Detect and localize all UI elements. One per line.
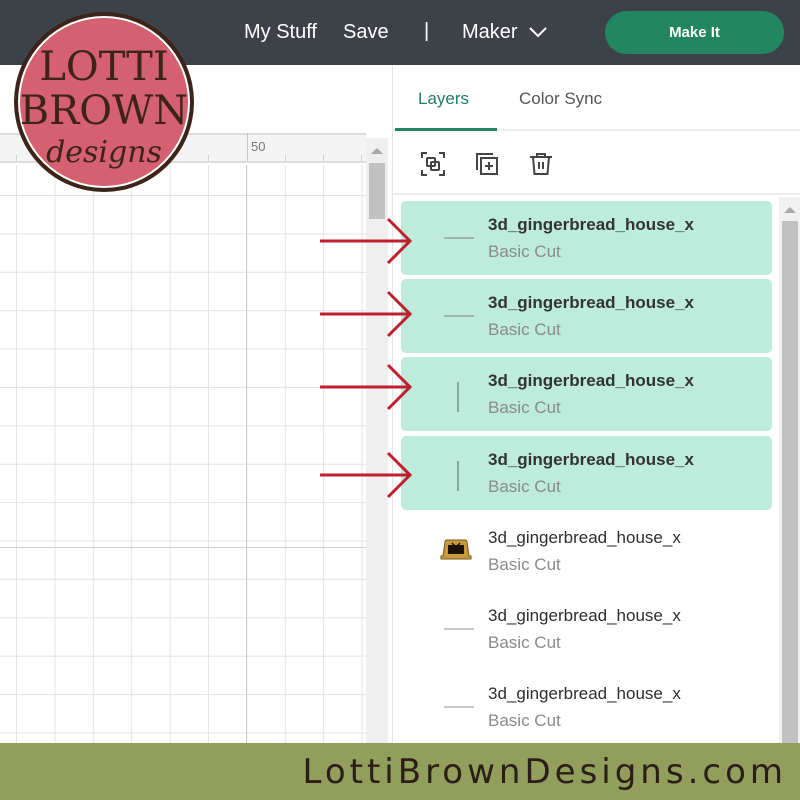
line-thumbnail-icon xyxy=(439,614,479,644)
layer-item[interactable]: 3d_gingerbread_house_x Basic Cut xyxy=(401,670,772,743)
make-it-button[interactable]: Make It xyxy=(605,11,784,54)
layer-operation: Basic Cut xyxy=(488,555,561,574)
layer-operation: Basic Cut xyxy=(488,711,561,730)
layers-scrollbar[interactable] xyxy=(779,197,800,743)
ruler-label: 50 xyxy=(251,139,266,154)
layer-item[interactable]: 3d_gingerbread_house_x Basic Cut xyxy=(401,514,772,588)
machine-selector[interactable]: Maker xyxy=(462,20,548,44)
line-thumbnail-icon xyxy=(439,692,479,722)
layer-name: 3d_gingerbread_house_x xyxy=(488,528,681,547)
delete-icon xyxy=(530,153,552,175)
layer-name: 3d_gingerbread_house_x xyxy=(488,293,694,312)
house-piece-thumbnail-icon xyxy=(439,536,479,566)
layer-item[interactable]: 3d_gingerbread_house_x Basic Cut xyxy=(401,592,772,666)
layer-name: 3d_gingerbread_house_x xyxy=(488,450,694,469)
line-thumbnail-icon xyxy=(439,223,479,253)
logo-line-1: LOTTI xyxy=(39,44,168,90)
scrollbar-thumb[interactable] xyxy=(782,221,798,743)
canvas-grid[interactable] xyxy=(0,165,366,743)
website-text: LottiBrownDesigns.com xyxy=(302,752,787,792)
layer-item[interactable]: 3d_gingerbread_house_x Basic Cut xyxy=(401,436,772,510)
duplicate-icon xyxy=(476,153,498,175)
annotation-arrow-icon xyxy=(320,451,413,499)
save-link[interactable]: Save xyxy=(343,20,389,44)
layer-operation: Basic Cut xyxy=(488,477,561,496)
panel-tabs: Layers Color Sync xyxy=(393,65,800,131)
nav-separator: | xyxy=(424,20,430,42)
layer-operation: Basic Cut xyxy=(488,398,561,417)
tab-layers[interactable]: Layers xyxy=(418,89,469,109)
delete-button[interactable] xyxy=(526,149,556,179)
layer-name: 3d_gingerbread_house_x xyxy=(488,684,681,703)
layer-operation: Basic Cut xyxy=(488,242,561,261)
chevron-down-icon xyxy=(528,27,547,38)
layer-item[interactable]: 3d_gingerbread_house_x Basic Cut xyxy=(401,201,772,275)
logo-line-2: BROWN xyxy=(20,88,188,134)
layer-item[interactable]: 3d_gingerbread_house_x Basic Cut xyxy=(401,357,772,431)
layers-toolbar xyxy=(393,133,800,195)
vertical-line-thumbnail-icon xyxy=(439,379,479,412)
vertical-line-thumbnail-icon xyxy=(439,458,479,491)
scroll-up-arrow-icon[interactable] xyxy=(371,148,383,154)
machine-label: Maker xyxy=(462,21,518,43)
scrollbar-thumb[interactable] xyxy=(369,163,385,219)
layer-list: 3d_gingerbread_house_x Basic Cut 3d_ging… xyxy=(393,197,781,743)
logo-line-3: designs xyxy=(46,135,162,170)
duplicate-button[interactable] xyxy=(472,149,502,179)
scroll-up-arrow-icon[interactable] xyxy=(784,207,796,213)
annotation-arrow-icon xyxy=(320,290,413,338)
line-thumbnail-icon xyxy=(439,301,479,331)
my-stuff-link[interactable]: My Stuff xyxy=(244,20,317,44)
layer-name: 3d_gingerbread_house_x xyxy=(488,371,694,390)
layers-panel: Layers Color Sync 3d_gingerbread_house_x… xyxy=(392,65,800,743)
annotation-arrow-icon xyxy=(320,363,413,411)
group-icon xyxy=(421,152,445,176)
layer-operation: Basic Cut xyxy=(488,633,561,652)
layer-item[interactable]: 3d_gingerbread_house_x Basic Cut xyxy=(401,279,772,353)
layer-name: 3d_gingerbread_house_x xyxy=(488,215,694,234)
footer-banner: LottiBrownDesigns.com xyxy=(0,743,800,800)
layer-name: 3d_gingerbread_house_x xyxy=(488,606,681,625)
annotation-arrow-icon xyxy=(320,217,413,265)
layer-operation: Basic Cut xyxy=(488,320,561,339)
active-tab-indicator xyxy=(395,128,497,131)
group-button[interactable] xyxy=(418,149,448,179)
tab-color-sync[interactable]: Color Sync xyxy=(519,89,602,109)
brand-logo: LOTTI BROWN designs xyxy=(14,12,194,192)
